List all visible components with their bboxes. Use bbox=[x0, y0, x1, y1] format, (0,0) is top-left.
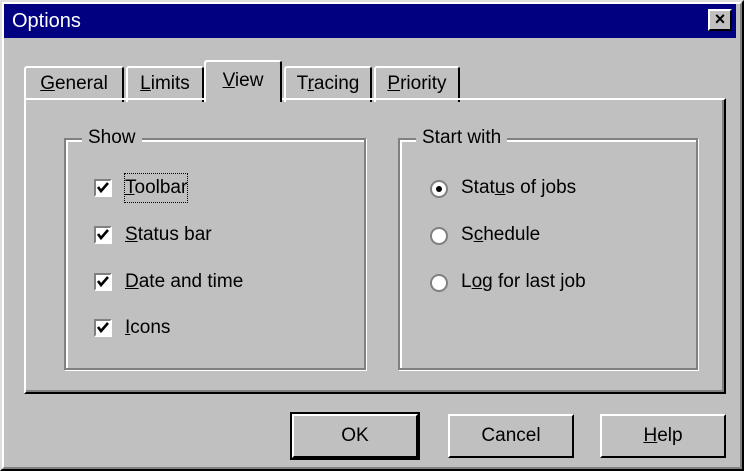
log-for-last-job-label: Log for last job bbox=[461, 271, 586, 292]
schedule-label: Schedule bbox=[461, 224, 541, 245]
radio-unselected-icon bbox=[430, 274, 448, 292]
tab-view[interactable]: View bbox=[204, 60, 282, 102]
radio-selected-icon bbox=[430, 180, 448, 198]
tab-general[interactable]: General bbox=[24, 66, 124, 102]
tab-tracing[interactable]: Tracing bbox=[284, 66, 372, 102]
checkbox-checked-icon bbox=[94, 226, 112, 244]
status-of-jobs-label: Status of jobs bbox=[461, 177, 577, 198]
icons-label: Icons bbox=[125, 317, 171, 338]
tab-priority[interactable]: Priority bbox=[374, 66, 460, 102]
title-bar[interactable]: Options × bbox=[4, 4, 736, 38]
view-tab-panel: Show Toolbar Status bar Date and time Ic… bbox=[24, 98, 726, 394]
show-group-title: Show bbox=[82, 127, 142, 149]
checkbox-checked-icon bbox=[94, 319, 112, 337]
cancel-button[interactable]: Cancel bbox=[448, 414, 574, 458]
checkbox-checked-icon bbox=[94, 179, 112, 197]
start-with-group-title: Start with bbox=[416, 127, 508, 149]
tab-limits[interactable]: Limits bbox=[126, 66, 204, 102]
status-bar-label: Status bar bbox=[125, 224, 212, 245]
show-groupbox: Show Toolbar Status bar Date and time Ic… bbox=[64, 127, 366, 370]
close-button[interactable]: × bbox=[708, 9, 732, 31]
help-button[interactable]: Help bbox=[600, 414, 726, 458]
date-and-time-label: Date and time bbox=[125, 271, 244, 292]
close-icon: × bbox=[714, 9, 726, 29]
start-with-groupbox: Start with Status of jobs Schedule Log f… bbox=[398, 127, 698, 370]
radio-unselected-icon bbox=[430, 227, 448, 245]
options-dialog: Options × General Limits View Tracing Pr… bbox=[0, 0, 744, 471]
toolbar-label: Toolbar bbox=[123, 173, 189, 203]
checkbox-checked-icon bbox=[94, 273, 112, 291]
ok-button[interactable]: OK bbox=[290, 412, 420, 460]
window-title: Options bbox=[12, 10, 81, 32]
